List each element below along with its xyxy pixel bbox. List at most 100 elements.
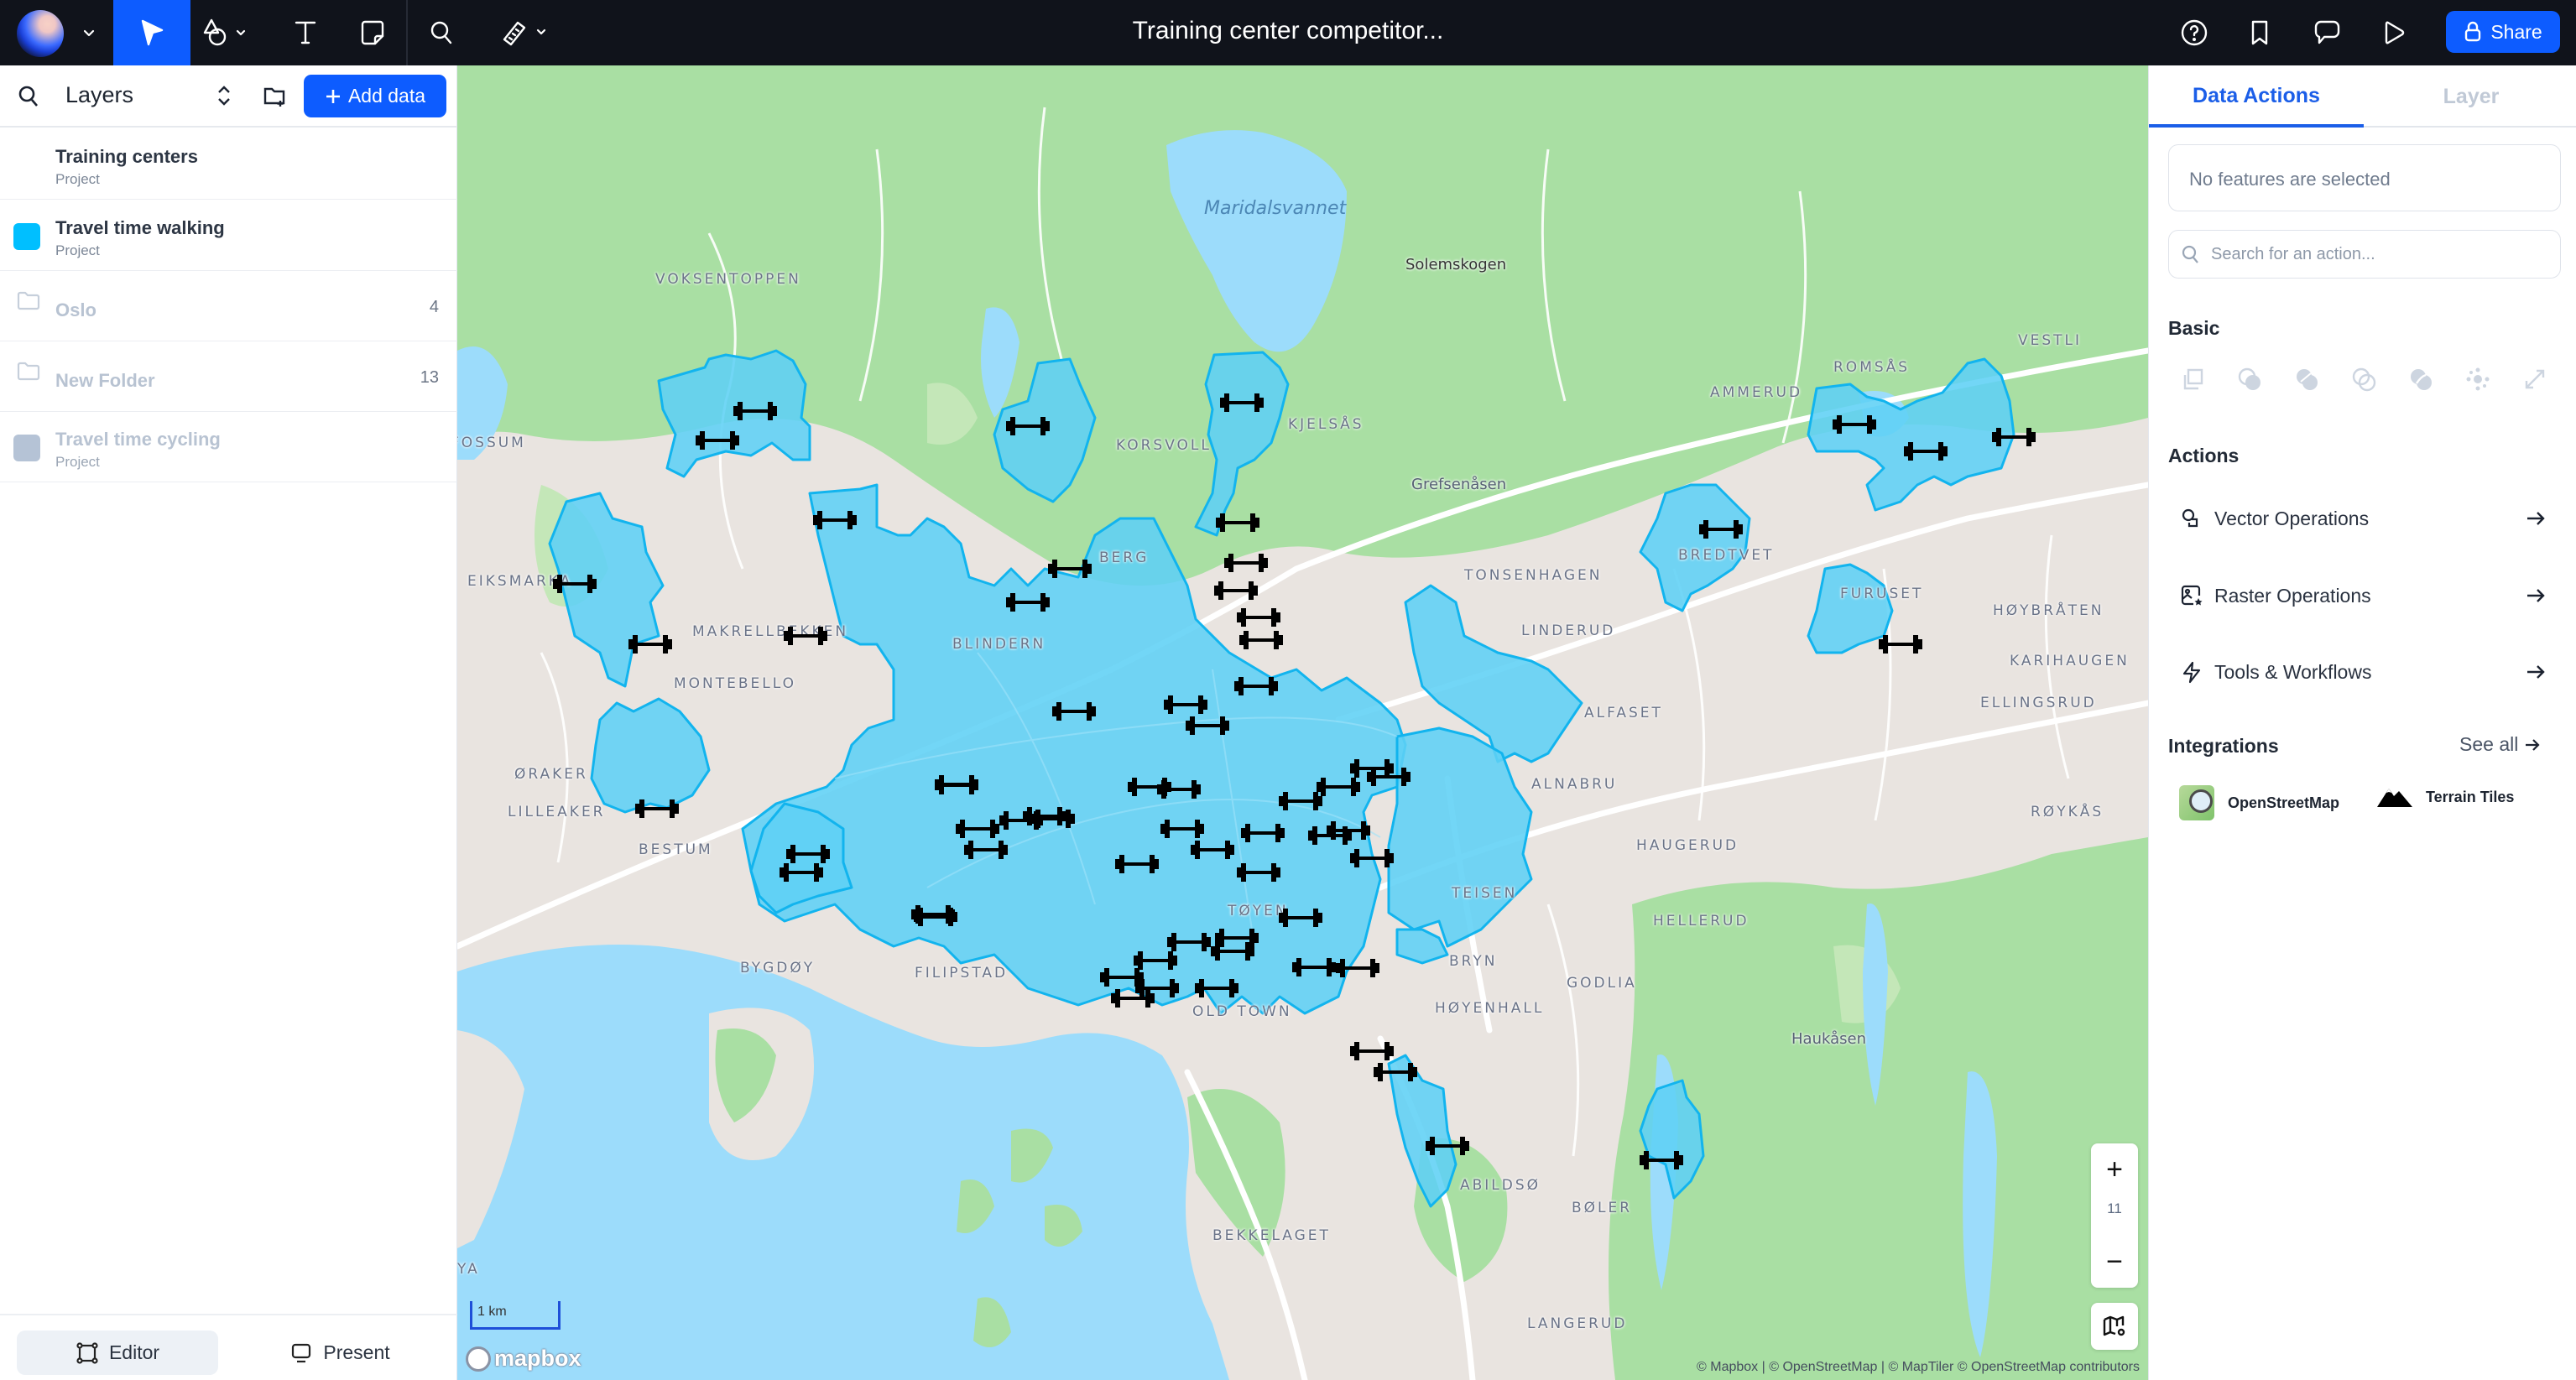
integration-terrain-tiles[interactable]: Terrain Tiles bbox=[2377, 785, 2514, 809]
shape-tool-button[interactable] bbox=[191, 0, 260, 65]
intersect-icon[interactable] bbox=[2350, 366, 2377, 393]
expand-icon[interactable] bbox=[2521, 366, 2548, 393]
layer-color-swatch[interactable] bbox=[13, 223, 40, 250]
dumbbell-marker-icon[interactable] bbox=[908, 902, 958, 927]
dumbbell-marker-icon[interactable] bbox=[1221, 550, 1271, 575]
dumbbell-marker-icon[interactable] bbox=[1236, 628, 1286, 653]
dumbbell-marker-icon[interactable] bbox=[1154, 777, 1204, 802]
symmetric-difference-icon[interactable] bbox=[2407, 366, 2434, 393]
dumbbell-marker-icon[interactable] bbox=[931, 773, 982, 798]
dumbbell-marker-icon[interactable] bbox=[625, 632, 675, 657]
union-icon[interactable] bbox=[2236, 366, 2263, 393]
dumbbell-marker-icon[interactable] bbox=[996, 808, 1046, 833]
dumbbell-marker-icon[interactable] bbox=[1045, 556, 1095, 581]
dumbbell-marker-icon[interactable] bbox=[1132, 976, 1182, 1001]
difference-icon[interactable] bbox=[2293, 366, 2320, 393]
present-play-button[interactable] bbox=[2373, 0, 2415, 65]
layer-item-training-centers[interactable]: Training centers Project bbox=[0, 129, 457, 200]
dumbbell-marker-icon[interactable] bbox=[1187, 837, 1238, 862]
tab-data-actions[interactable]: Data Actions bbox=[2149, 65, 2364, 128]
dumbbell-marker-icon[interactable] bbox=[780, 623, 831, 648]
dumbbell-marker-icon[interactable] bbox=[1212, 510, 1263, 535]
duplicate-icon[interactable] bbox=[2179, 366, 2206, 393]
dumbbell-marker-icon[interactable] bbox=[1003, 414, 1053, 439]
folder-item-oslo[interactable]: Oslo 4 bbox=[0, 271, 457, 341]
raster-operations-button[interactable]: Raster Operations bbox=[2168, 570, 2561, 621]
dumbbell-marker-icon[interactable] bbox=[1875, 632, 1926, 657]
dumbbell-marker-icon[interactable] bbox=[1217, 390, 1267, 415]
dumbbell-marker-icon[interactable] bbox=[1112, 851, 1162, 877]
zoom-in-button[interactable]: + bbox=[2091, 1148, 2138, 1190]
dumbbell-marker-icon[interactable] bbox=[1207, 939, 1258, 964]
dumbbell-marker-icon[interactable] bbox=[961, 837, 1011, 862]
layer-color-swatch[interactable] bbox=[13, 435, 40, 461]
dumbbell-marker-icon[interactable] bbox=[692, 428, 743, 453]
action-search-field[interactable] bbox=[2168, 230, 2561, 279]
help-button[interactable] bbox=[2173, 0, 2215, 65]
dumbbell-marker-icon[interactable] bbox=[1364, 764, 1414, 789]
app-menu-button[interactable] bbox=[0, 0, 105, 65]
map-label: HAUGERUD bbox=[1636, 837, 1739, 854]
dumbbell-marker-icon[interactable] bbox=[1829, 412, 1880, 437]
map-style-button[interactable] bbox=[2091, 1303, 2138, 1350]
share-button[interactable]: Share bbox=[2446, 11, 2560, 53]
layer-item-travel-time-walking[interactable]: Travel time walking Project bbox=[0, 200, 457, 271]
tab-layer[interactable]: Layer bbox=[2364, 65, 2576, 128]
dumbbell-marker-icon[interactable] bbox=[1182, 713, 1233, 738]
dumbbell-marker-icon[interactable] bbox=[1233, 605, 1284, 630]
editor-mode-button[interactable]: Editor bbox=[17, 1331, 218, 1375]
isochrone-polygon bbox=[1387, 726, 1533, 948]
mapbox-logo[interactable]: mapbox bbox=[466, 1346, 581, 1372]
dumbbell-marker-icon[interactable] bbox=[632, 796, 682, 821]
dumbbell-marker-icon[interactable] bbox=[1238, 820, 1288, 846]
dumbbell-marker-icon[interactable] bbox=[1636, 1148, 1687, 1173]
dumbbell-marker-icon[interactable] bbox=[1192, 976, 1242, 1001]
add-folder-icon[interactable] bbox=[262, 82, 287, 109]
dumbbell-marker-icon[interactable] bbox=[1211, 578, 1261, 603]
layer-item-travel-time-cycling[interactable]: Travel time cycling Project bbox=[0, 412, 457, 482]
add-data-button[interactable]: Add data bbox=[304, 75, 446, 117]
dumbbell-marker-icon[interactable] bbox=[1305, 823, 1355, 848]
dumbbell-marker-icon[interactable] bbox=[1989, 424, 2039, 450]
dumbbell-marker-icon[interactable] bbox=[1233, 860, 1284, 885]
bookmark-button[interactable] bbox=[2239, 0, 2281, 65]
dumbbell-marker-icon[interactable] bbox=[810, 508, 860, 533]
measure-tool-button[interactable] bbox=[491, 0, 558, 65]
integration-openstreetmap[interactable]: OpenStreetMap bbox=[2179, 785, 2339, 820]
dumbbell-marker-icon[interactable] bbox=[1003, 590, 1053, 615]
dumbbell-marker-icon[interactable] bbox=[1275, 905, 1326, 930]
map-label: LANGERUD bbox=[1527, 1315, 1628, 1332]
folder-item-new-folder[interactable]: New Folder 13 bbox=[0, 341, 457, 412]
dumbbell-marker-icon[interactable] bbox=[1347, 846, 1397, 871]
dumbbell-marker-icon[interactable] bbox=[1049, 699, 1099, 724]
see-all-integrations-link[interactable]: See all bbox=[2459, 733, 2542, 756]
action-search-input[interactable] bbox=[2211, 239, 2547, 269]
search-tool-button[interactable] bbox=[420, 0, 463, 65]
dumbbell-marker-icon[interactable] bbox=[1231, 674, 1281, 699]
vector-operations-button[interactable]: Vector Operations bbox=[2168, 493, 2561, 544]
map-attribution[interactable]: © Mapbox | © OpenStreetMap | © MapTiler … bbox=[1697, 1360, 2140, 1375]
note-tool-button[interactable] bbox=[349, 0, 396, 65]
search-layers-icon[interactable] bbox=[17, 84, 42, 109]
select-tool-button[interactable] bbox=[113, 0, 190, 65]
text-tool-button[interactable] bbox=[282, 0, 329, 65]
tools-workflows-button[interactable]: Tools & Workflows bbox=[2168, 647, 2561, 697]
lock-icon bbox=[2465, 21, 2481, 42]
comment-button[interactable] bbox=[2306, 0, 2348, 65]
dumbbell-marker-icon[interactable] bbox=[1289, 955, 1339, 980]
explode-icon[interactable] bbox=[2464, 366, 2491, 393]
map-label: Grefsenåsen bbox=[1411, 476, 1507, 493]
map-canvas[interactable]: Maridalsvannet Solemskogen VOKSENTOPPEN … bbox=[457, 65, 2148, 1380]
dumbbell-marker-icon[interactable] bbox=[1422, 1133, 1473, 1159]
dumbbell-marker-icon[interactable] bbox=[730, 398, 780, 424]
dumbbell-marker-icon[interactable] bbox=[1901, 439, 1951, 464]
sort-icon[interactable] bbox=[213, 82, 235, 109]
present-mode-button[interactable]: Present bbox=[239, 1331, 441, 1375]
dumbbell-marker-icon[interactable] bbox=[1332, 956, 1383, 981]
zoom-out-button[interactable]: − bbox=[2091, 1241, 2138, 1283]
dumbbell-marker-icon[interactable] bbox=[550, 571, 600, 596]
dumbbell-marker-icon[interactable] bbox=[776, 860, 827, 885]
document-title[interactable]: Training center competitor... bbox=[1133, 17, 1444, 44]
dumbbell-marker-icon[interactable] bbox=[1370, 1060, 1421, 1085]
dumbbell-marker-icon[interactable] bbox=[1696, 517, 1746, 542]
